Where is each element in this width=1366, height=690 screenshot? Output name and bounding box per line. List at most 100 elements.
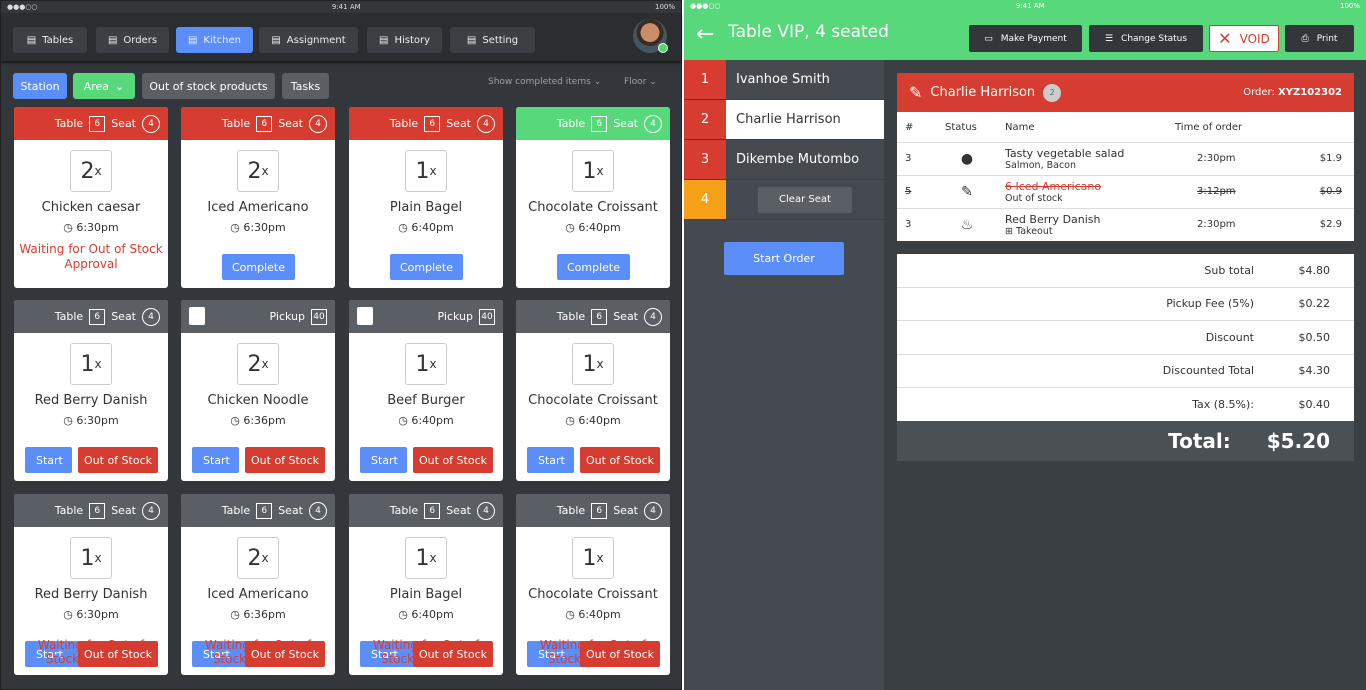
kitchen-ticket: Table 6 Seat 4 1 x Red Berry Danish ◷ 6:30pm St…: [14, 494, 168, 675]
seat-label: Seat: [613, 117, 638, 130]
total-row-label: Sub total: [1204, 263, 1254, 277]
item-name-cell: 6 Iced Americano Out of stock: [997, 174, 1167, 208]
order-row[interactable]: 3 ● Tasty vegetable salad Salmon, Bacon 2:30…: [897, 141, 1354, 175]
total-row-label: Discount: [1205, 330, 1254, 344]
table-label: Table: [54, 117, 84, 130]
nav-assignment[interactable]: ▤ Assignment: [259, 27, 358, 53]
seat-label: Seat: [278, 504, 303, 517]
grand-total: Total: $5.20: [897, 421, 1354, 461]
order-row[interactable]: 3 ♨ Red Berry Danish ⊞ Takeout 2:30pm $2.9: [897, 207, 1354, 241]
print-button[interactable]: ⎙ Print: [1285, 25, 1354, 52]
kitchen-ticket: Table 6 Seat 4 2 x Chicken caesar ◷ 6:30pm Wait…: [14, 107, 168, 288]
quantity-value: 1: [80, 351, 95, 377]
start-button[interactable]: Start: [192, 447, 239, 473]
table-label: Table: [389, 117, 419, 130]
out-of-stock-button[interactable]: Out of Stock: [413, 641, 493, 667]
table-header-row: # Status Name Time of order: [897, 112, 1354, 142]
out-of-stock-button[interactable]: Out of Stock: [580, 641, 660, 667]
page-title: Table VIP, 4 seated: [728, 22, 889, 42]
pickup-label: Pickup: [437, 310, 473, 323]
order-header: ✎ Charlie Harrison 2 Order: XYZ102302: [897, 73, 1354, 112]
floor-label: Floor: [624, 77, 647, 87]
out-of-stock-button[interactable]: Out of Stock: [78, 641, 158, 667]
seat-label: Seat: [111, 504, 136, 517]
complete-button[interactable]: Complete: [557, 254, 630, 280]
quantity-value: 1: [582, 351, 597, 377]
col-status: Status: [945, 122, 977, 133]
time-value: 6:40pm: [411, 608, 454, 621]
total-row-value: $0.50: [1298, 330, 1331, 344]
show-completed-dropdown[interactable]: Show completed items ⌄: [488, 77, 601, 87]
item-qty: 3: [897, 207, 937, 241]
quantity-value: 2: [80, 158, 95, 184]
seat-row[interactable]: 4 Clear Seat: [684, 180, 884, 220]
table-label: Table: [221, 504, 251, 517]
back-arrow-icon[interactable]: ←: [696, 22, 714, 47]
quantity: 1x: [70, 343, 112, 385]
change-status-button[interactable]: ☰ Change Status: [1089, 25, 1203, 52]
nav-orders[interactable]: ▤ Orders: [96, 27, 169, 53]
time-value: 6:36pm: [243, 414, 286, 427]
seat-number: 4: [477, 114, 495, 133]
nav-history[interactable]: ▤ History: [367, 27, 442, 53]
complete-button[interactable]: Complete: [390, 254, 463, 280]
out-of-stock-button[interactable]: Out of Stock: [78, 447, 158, 473]
void-button[interactable]: ✕ VOID: [1209, 25, 1279, 52]
card-icon: ▭: [984, 33, 993, 44]
total-row-value: $4.30: [1298, 364, 1331, 378]
nav-label: Setting: [482, 34, 519, 46]
nav-tables[interactable]: ▤ Tables: [13, 27, 87, 53]
seat-list: 1 Ivanhoe Smith 2 Charlie Harrison 3 Dikembe …: [684, 60, 884, 690]
area-dropdown[interactable]: Area ⌄: [73, 73, 135, 99]
seat-row[interactable]: 2 Charlie Harrison: [684, 100, 884, 140]
item-name: Iced Americano: [207, 587, 309, 602]
grill-icon: ♨: [937, 207, 997, 241]
out-of-stock-button[interactable]: Out of Stock: [413, 447, 493, 473]
kitchen-ticket: Table 6 Seat 4 1 x Chocolate Croissant ◷ 6:40p…: [516, 300, 670, 481]
item-name-cell: Red Berry Danish ⊞ Takeout: [997, 207, 1167, 241]
station-filter[interactable]: Station: [13, 73, 67, 99]
complete-button[interactable]: Complete: [222, 254, 295, 280]
quantity-value: 1: [582, 545, 597, 571]
pickup-bag-icon: [357, 307, 373, 325]
avatar[interactable]: [633, 19, 668, 53]
quantity-value: 2: [247, 351, 262, 377]
clock-icon: ◷: [63, 608, 77, 621]
start-button[interactable]: Start: [360, 447, 407, 473]
seat-row[interactable]: 3 Dikembe Mutombo: [684, 140, 884, 180]
start-button[interactable]: Start: [527, 447, 574, 473]
start-order-button[interactable]: Start Order: [724, 242, 844, 275]
out-of-stock-button[interactable]: Out of Stock: [580, 447, 660, 473]
time-value: 6:40pm: [411, 221, 454, 234]
nav-kitchen[interactable]: ▤ Kitchen: [176, 27, 253, 53]
table-number: 6: [424, 502, 441, 519]
make-payment-button[interactable]: ▭ Make Payment: [969, 25, 1082, 52]
kitchen-ticket: Table 6 Seat 4 2 x Iced Americano ◷ 6:36pm Star…: [181, 494, 335, 675]
clock: 9:41 AM: [331, 3, 361, 11]
item-note: ⊞ Takeout: [1005, 225, 1053, 237]
tasks-button[interactable]: Tasks: [282, 73, 329, 99]
start-button[interactable]: Start: [25, 447, 72, 473]
table-number: 6: [89, 115, 106, 132]
nav-label: History: [394, 34, 431, 46]
out-of-stock-products-button[interactable]: Out of stock products: [142, 73, 275, 99]
kitchen-ticket: Table 6 Seat 4 1 x Plain Bagel ◷ 6:40pm Start Wa…: [349, 494, 503, 675]
seat-number: 4: [142, 114, 160, 133]
seat-label: Seat: [278, 117, 303, 130]
seat-label: Seat: [111, 310, 136, 323]
seat-row[interactable]: 1 Ivanhoe Smith: [684, 60, 884, 100]
seat-number: 4: [644, 501, 662, 520]
seat-number: 4: [644, 307, 662, 326]
out-of-stock-button[interactable]: Out of Stock: [245, 447, 325, 473]
nav-setting[interactable]: ▤ Setting: [450, 27, 535, 53]
item-name: Chicken caesar: [41, 200, 141, 215]
item-name-cell: Tasty vegetable salad Salmon, Bacon: [997, 141, 1167, 175]
order-card: ✎ Charlie Harrison 2 Order: XYZ102302 # S…: [897, 73, 1354, 241]
total-row: Discount $0.50: [897, 321, 1354, 355]
clear-seat-button[interactable]: Clear Seat: [758, 186, 852, 213]
status-bar: ●●●○○ 9:41 AM 100%: [684, 0, 1366, 12]
out-of-stock-button[interactable]: Out of Stock: [245, 641, 325, 667]
ticket-header: Table 6 Seat 4: [349, 107, 503, 140]
order-row[interactable]: 5 ✎ 6 Iced Americano Out of stock 3:12pm $0.9: [897, 174, 1354, 208]
floor-dropdown[interactable]: Floor ⌄: [624, 77, 657, 87]
